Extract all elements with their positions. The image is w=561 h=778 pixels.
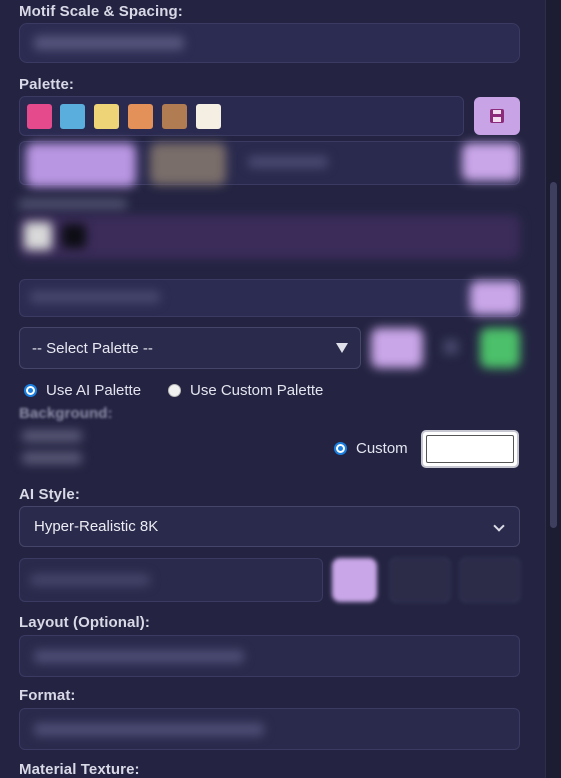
blurred-layout-value	[34, 650, 244, 663]
format-label: Format:	[19, 687, 76, 704]
use-ai-palette-radio[interactable]	[24, 384, 37, 397]
blurred-color-picker	[19, 215, 520, 259]
palette-swatch-blue[interactable]	[60, 104, 85, 129]
blurred-palette-action[interactable]	[371, 328, 423, 368]
blurred-accent-button[interactable]	[462, 143, 519, 181]
settings-panel: Motif Scale & Spacing: Palette: -- Selec…	[0, 0, 545, 778]
scrollbar[interactable]	[545, 0, 561, 778]
palette-swatch-cream[interactable]	[196, 104, 221, 129]
blurred-button-secondary[interactable]	[150, 143, 226, 185]
palette-select[interactable]: -- Select Palette --	[19, 327, 361, 369]
floppy-disk-icon	[490, 109, 504, 123]
ai-style-select[interactable]: Hyper-Realistic 8K	[19, 506, 520, 547]
blurred-white-swatch[interactable]	[24, 222, 52, 250]
palette-swatch-bar	[19, 96, 464, 136]
blurred-style-icon-button-1[interactable]	[390, 558, 450, 602]
blurred-label	[19, 198, 127, 211]
motif-scale-label: Motif Scale & Spacing:	[19, 3, 183, 20]
blurred-icon[interactable]	[444, 340, 458, 354]
layout-label: Layout (Optional):	[19, 614, 150, 631]
use-ai-palette-label: Use AI Palette	[46, 382, 142, 399]
scrollbar-thumb[interactable]	[550, 182, 557, 528]
background-custom-option[interactable]: Custom	[334, 440, 408, 457]
blurred-format-value	[34, 723, 264, 736]
use-custom-palette-radio[interactable]	[168, 384, 181, 397]
blurred-background-option-2[interactable]	[22, 452, 82, 464]
caret-down-icon	[336, 343, 348, 353]
ai-style-label: AI Style:	[19, 486, 80, 503]
chevron-down-icon	[493, 521, 505, 533]
blurred-black-swatch[interactable]	[62, 224, 86, 248]
background-label: Background:	[19, 405, 113, 422]
use-custom-palette-option[interactable]: Use Custom Palette	[168, 382, 323, 399]
blurred-style-accent-button[interactable]	[332, 558, 377, 602]
background-color-input[interactable]	[421, 430, 519, 468]
palette-swatch-pink[interactable]	[27, 104, 52, 129]
format-select[interactable]	[19, 708, 520, 750]
palette-label: Palette:	[19, 76, 74, 93]
ai-style-value: Hyper-Realistic 8K	[34, 518, 159, 535]
palette-select-value: -- Select Palette --	[32, 339, 153, 357]
background-custom-label: Custom	[356, 440, 408, 457]
motif-scale-select[interactable]	[19, 23, 520, 63]
blurred-text	[248, 156, 328, 168]
blurred-input-text	[30, 291, 160, 303]
palette-swatch-brown[interactable]	[162, 104, 187, 129]
use-ai-palette-option[interactable]: Use AI Palette	[24, 382, 141, 399]
layout-select[interactable]	[19, 635, 520, 677]
blurred-style-icon-button-2[interactable]	[460, 558, 520, 602]
palette-swatch-yellow[interactable]	[94, 104, 119, 129]
palette-swatch-orange[interactable]	[128, 104, 153, 129]
blurred-button-primary[interactable]	[26, 143, 136, 187]
blurred-value	[34, 36, 184, 50]
blurred-green-button[interactable]	[480, 328, 520, 368]
background-custom-radio[interactable]	[334, 442, 347, 455]
blurred-style-input-text	[30, 574, 150, 586]
blurred-input-button[interactable]	[470, 281, 520, 315]
use-custom-palette-label: Use Custom Palette	[190, 382, 324, 399]
save-palette-button[interactable]	[474, 97, 520, 135]
material-texture-label: Material Texture:	[19, 761, 140, 778]
blurred-background-option-1[interactable]	[22, 430, 82, 442]
